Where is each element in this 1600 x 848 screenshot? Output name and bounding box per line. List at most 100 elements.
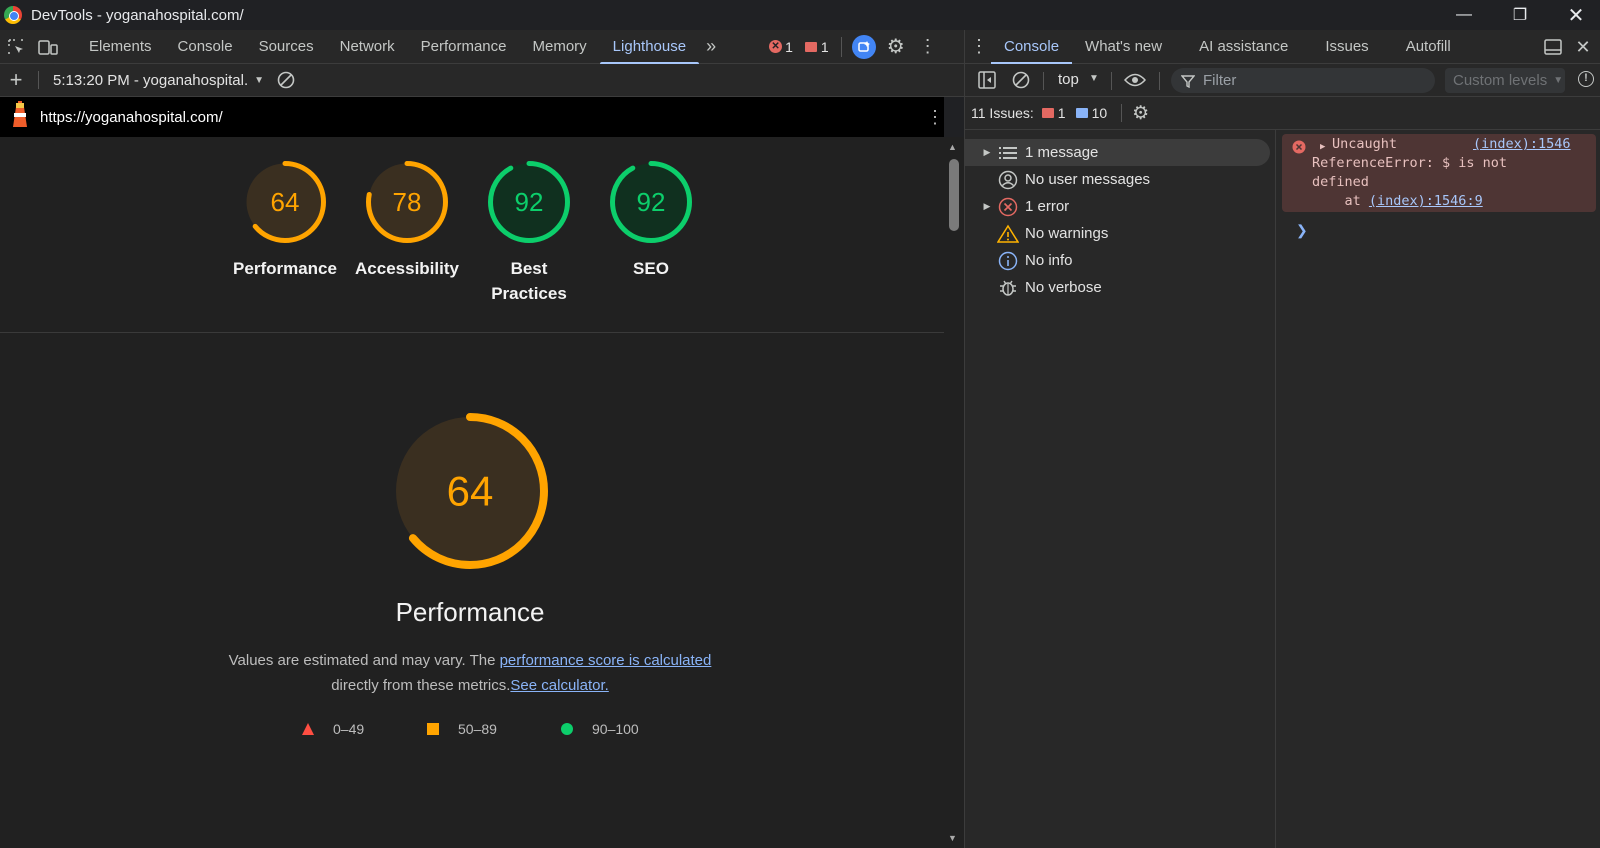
clear-reports-icon[interactable] xyxy=(274,68,298,92)
console-filter-input[interactable]: Filter xyxy=(1171,68,1435,93)
tab-performance[interactable]: Performance xyxy=(408,30,520,64)
performance-section-title: Performance xyxy=(395,597,545,627)
close-drawer-icon[interactable]: ✕ xyxy=(1571,35,1595,59)
error-count-badge[interactable]: ✕ 1 xyxy=(769,39,793,55)
inspect-element-icon[interactable] xyxy=(4,35,28,59)
error-source-link[interactable]: (index):1546 xyxy=(1473,135,1571,154)
context-select[interactable]: top xyxy=(1058,71,1079,88)
settings-gear-icon[interactable]: ⚙ xyxy=(884,35,908,59)
gauge-performance[interactable]: 64 xyxy=(244,161,326,248)
sidebar-item-user-messages[interactable]: No user messages xyxy=(965,166,1275,193)
scroll-thumb[interactable] xyxy=(949,159,959,231)
devtools-main-toolbar: Elements Console Sources Network Perform… xyxy=(0,30,964,64)
error-line-4-prefix: at xyxy=(1312,193,1369,209)
ai-assistant-icon[interactable] xyxy=(851,34,876,59)
see-calculator-link[interactable]: See calculator. xyxy=(510,677,608,694)
tab-elements[interactable]: Elements xyxy=(76,30,165,64)
tab-sources[interactable]: Sources xyxy=(246,30,327,64)
gauge-score: 92 xyxy=(515,187,544,217)
list-icon xyxy=(997,142,1019,164)
filter-placeholder: Filter xyxy=(1203,72,1237,89)
report-menu-icon[interactable]: ⋮ xyxy=(926,107,944,128)
dock-side-icon[interactable] xyxy=(1541,35,1565,59)
report-dropdown-chevron-icon[interactable]: ▼ xyxy=(254,75,264,86)
drawer-tab-whats-new[interactable]: What's new xyxy=(1072,30,1175,64)
report-url: https://yoganahospital.com/ xyxy=(40,108,223,126)
new-report-plus-icon[interactable]: + xyxy=(4,67,28,92)
console-toolbar: top ▼ Filter Custom levels ▼ ! xyxy=(964,64,1600,97)
issue-count: 1 xyxy=(820,38,829,55)
issues-info-count[interactable]: 10 xyxy=(1092,105,1108,121)
drawer-tab-ai-assistance[interactable]: AI assistance xyxy=(1175,30,1301,64)
console-settings-gear-icon[interactable]: ⚙ xyxy=(1132,102,1149,125)
clear-console-icon[interactable] xyxy=(1009,68,1033,92)
report-select[interactable]: 5:13:20 PM - yoganahospital. xyxy=(53,72,248,89)
sidebar-item-warnings[interactable]: No warnings xyxy=(965,220,1275,247)
more-tabs-chevron-icon[interactable]: » xyxy=(699,35,723,59)
legend-average-range: 50–89 xyxy=(458,721,497,737)
issue-error-flag-icon xyxy=(1041,108,1054,118)
lighthouse-logo-icon xyxy=(10,100,30,134)
gauge-best-practices[interactable]: 92 xyxy=(488,161,570,248)
issue-info-flag-icon xyxy=(1075,108,1088,118)
error-message: ▶ Uncaught (index):1546 ReferenceError: … xyxy=(1282,134,1596,212)
performance-description: Values are estimated and may vary. The p… xyxy=(0,648,940,698)
gauge-label: SEO xyxy=(633,259,669,278)
filter-funnel-icon xyxy=(1181,74,1195,88)
drawer-menu-icon[interactable]: ⋮ xyxy=(967,35,991,59)
sidebar-item-errors[interactable]: ▶ 1 error xyxy=(965,193,1275,220)
sidebar-item-messages[interactable]: ▶ 1 message xyxy=(965,139,1270,166)
drawer-tab-issues[interactable]: Issues xyxy=(1301,30,1381,64)
section-divider xyxy=(0,332,944,333)
console-messages: ▶ Uncaught (index):1546 ReferenceError: … xyxy=(1276,130,1600,848)
sidebar-item-label: 1 message xyxy=(1025,144,1099,161)
gauge-accessibility[interactable]: 78 xyxy=(366,161,448,248)
scroll-down-icon[interactable]: ▼ xyxy=(948,833,957,843)
sidebar-item-verbose[interactable]: No verbose xyxy=(965,274,1275,301)
context-chevron-icon[interactable]: ▼ xyxy=(1089,73,1099,84)
desc-text-2: directly from these metrics. xyxy=(331,677,511,694)
lighthouse-url-bar: https://yoganahospital.com/ ⋮ xyxy=(0,97,944,137)
info-circle-icon[interactable]: ! xyxy=(1578,71,1594,87)
more-options-icon[interactable]: ⋮ xyxy=(916,35,940,59)
drawer-tab-console[interactable]: Console xyxy=(991,30,1073,64)
log-levels-select[interactable]: Custom levels ▼ xyxy=(1445,68,1565,93)
tab-console[interactable]: Console xyxy=(165,30,246,64)
tab-network[interactable]: Network xyxy=(327,30,408,64)
close-window-button[interactable]: ✕ xyxy=(1548,0,1600,30)
error-stack-link[interactable]: (index):1546:9 xyxy=(1369,193,1483,209)
live-expression-eye-icon[interactable] xyxy=(1123,68,1147,92)
warning-icon xyxy=(997,223,1019,245)
error-line-3: defined xyxy=(1312,174,1369,190)
gauge-label: Performance xyxy=(233,259,337,278)
circle-icon xyxy=(561,723,573,735)
issues-label: 11 Issues: xyxy=(971,105,1034,121)
sidebar-item-label: No info xyxy=(1025,252,1073,269)
issue-flag-icon xyxy=(804,41,817,52)
square-icon xyxy=(427,723,439,735)
report-scrollbar[interactable]: ▲ ▼ xyxy=(944,137,964,848)
expand-triangle-icon[interactable]: ▶ xyxy=(977,147,997,158)
console-prompt-chevron-icon[interactable]: ❯ xyxy=(1296,222,1308,239)
gauge-score: 64 xyxy=(271,187,300,217)
lighthouse-toolbar: + 5:13:20 PM - yoganahospital. ▼ xyxy=(0,64,964,97)
restore-button[interactable]: ❐ xyxy=(1492,0,1548,30)
tab-lighthouse[interactable]: Lighthouse xyxy=(599,30,700,64)
sidebar-toggle-icon[interactable] xyxy=(975,68,999,92)
error-icon xyxy=(1292,140,1306,154)
expand-triangle-icon[interactable]: ▶ xyxy=(977,201,997,212)
scroll-up-icon[interactable]: ▲ xyxy=(948,142,957,152)
minimize-button[interactable]: — xyxy=(1436,0,1492,30)
legend-pass: 90–100 xyxy=(561,721,639,737)
device-toolbar-icon[interactable] xyxy=(36,35,60,59)
issues-error-count[interactable]: 1 xyxy=(1058,105,1066,121)
score-calculated-link[interactable]: performance score is calculated xyxy=(500,652,712,669)
drawer-tab-autofill[interactable]: Autofill xyxy=(1382,30,1464,64)
gauge-seo[interactable]: 92 xyxy=(610,161,692,248)
sidebar-item-info[interactable]: No info xyxy=(965,247,1275,274)
issue-count-badge[interactable]: 1 xyxy=(804,38,829,55)
log-levels-label: Custom levels xyxy=(1453,72,1548,89)
tab-memory[interactable]: Memory xyxy=(520,30,600,64)
legend-pass-range: 90–100 xyxy=(592,721,639,737)
error-head: Uncaught xyxy=(1332,136,1398,152)
